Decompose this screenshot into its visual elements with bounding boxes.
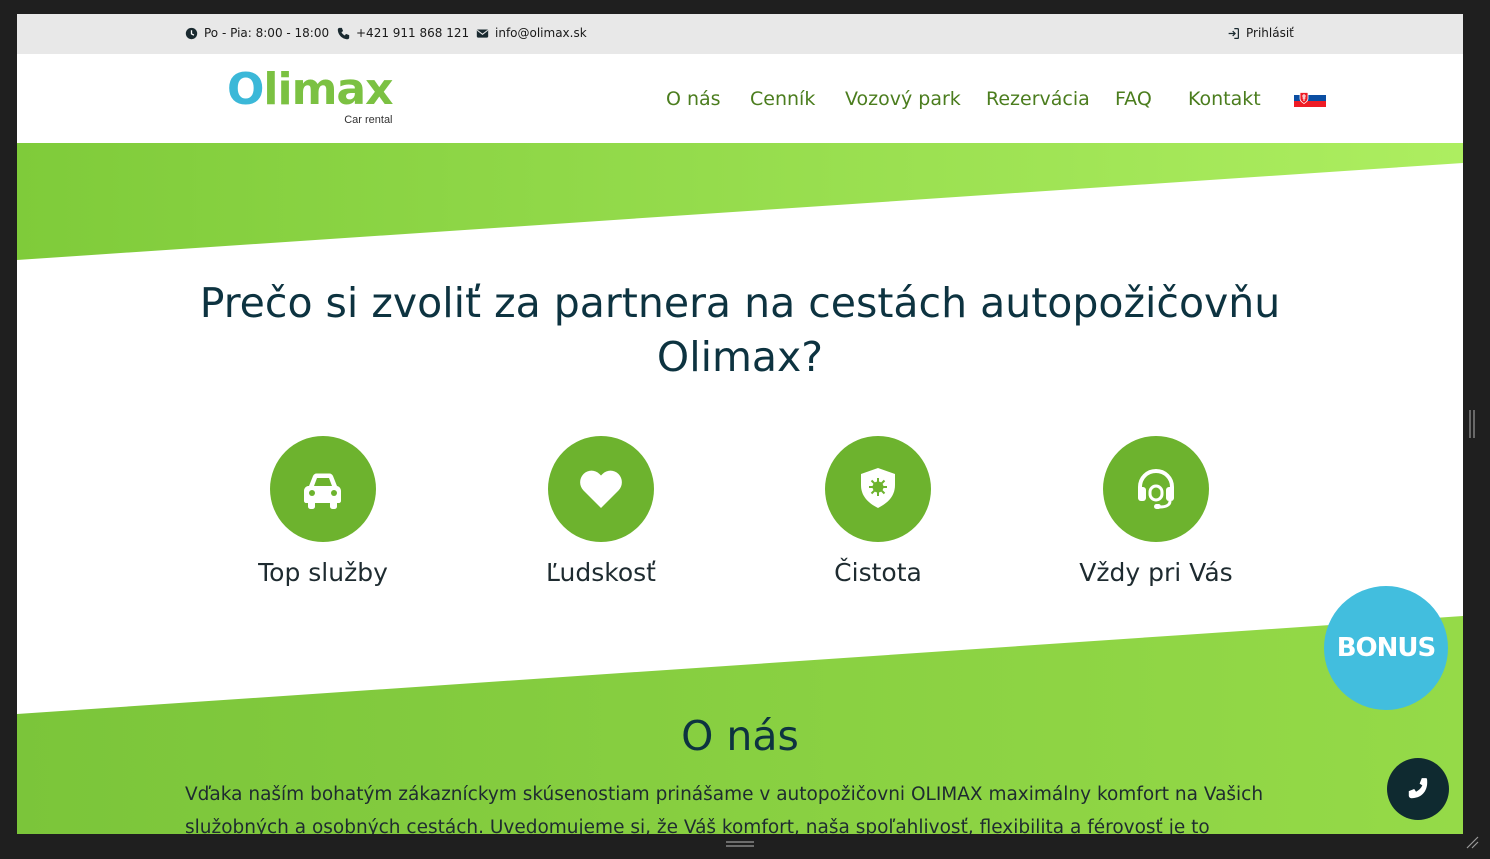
feature-cleanliness: Čistota [778,436,978,587]
opening-hours: Po - Pia: 8:00 - 18:00 [185,26,329,40]
slovak-flag-icon[interactable] [1294,89,1326,107]
shield-virus-icon [861,468,895,508]
top-info-bar: Po - Pia: 8:00 - 18:00 +421 911 868 121 … [17,14,1463,54]
clock-icon [185,27,198,39]
car-icon [304,473,341,509]
feature-label: Vždy pri Vás [1079,558,1233,587]
envelope-icon [476,28,489,38]
login-link[interactable]: Prihlásiť [1227,26,1294,40]
feature-icon-circle [1103,436,1209,542]
nav-item-kontakt[interactable]: Kontakt [1188,88,1261,110]
feature-icon-circle [270,436,376,542]
logo-wordmark: Olimax [227,68,394,112]
logo-o: O [227,64,264,115]
side-resize-grip[interactable] [1468,410,1476,438]
feature-icon-circle [825,436,931,542]
phone-icon [1408,778,1428,799]
nav-item-faq[interactable]: FAQ [1115,88,1152,110]
feature-icon-circle [548,436,654,542]
site-header: Olimax Car rental O nás Cenník Vozový pa… [17,54,1463,143]
phone-icon [337,27,350,39]
logo-tagline: Car rental [344,114,393,126]
feature-top-services: Top služby [223,436,423,587]
hours-text: Po - Pia: 8:00 - 18:00 [204,26,330,40]
feature-label: Top služby [258,558,388,587]
nav-item-cennik[interactable]: Cenník [750,88,815,110]
feature-label: Čistota [834,558,922,587]
nav-item-vozovy-park[interactable]: Vozový park [845,88,961,110]
feature-humanity: Ľudskosť [501,436,701,587]
phone-contact[interactable]: +421 911 868 121 [337,26,469,40]
browser-viewport: Po - Pia: 8:00 - 18:00 +421 911 868 121 … [17,14,1463,834]
logo-rest: limax [263,64,393,115]
heart-icon [580,470,622,508]
nav-item-o-nas[interactable]: O nás [666,88,721,110]
corner-resize-grip[interactable] [1465,835,1479,849]
headset-icon [1138,468,1174,509]
phone-text: +421 911 868 121 [356,26,470,40]
login-text: Prihlásiť [1246,26,1294,40]
nav-item-rezervacia[interactable]: Rezervácia [986,88,1090,110]
top-green-band [17,143,1463,260]
feature-label: Ľudskosť [546,558,656,587]
sign-in-icon [1228,27,1239,39]
about-paragraph: Vďaka naším bohatým zákazníckym skúsenos… [185,784,1264,834]
section-title-about: O nás [681,712,799,760]
email-contact[interactable]: info@olimax.sk [476,26,587,40]
bonus-button[interactable]: BONUS [1324,586,1448,710]
email-text: info@olimax.sk [495,26,587,40]
olimax-logo[interactable]: Olimax Car rental [227,68,394,127]
call-button[interactable] [1387,758,1449,820]
section-title-why: Prečo si zvoliť za partnera na cestách a… [199,279,1281,381]
bottom-resize-grip[interactable] [726,840,754,848]
feature-always-with-you: Vždy pri Vás [1056,436,1256,587]
